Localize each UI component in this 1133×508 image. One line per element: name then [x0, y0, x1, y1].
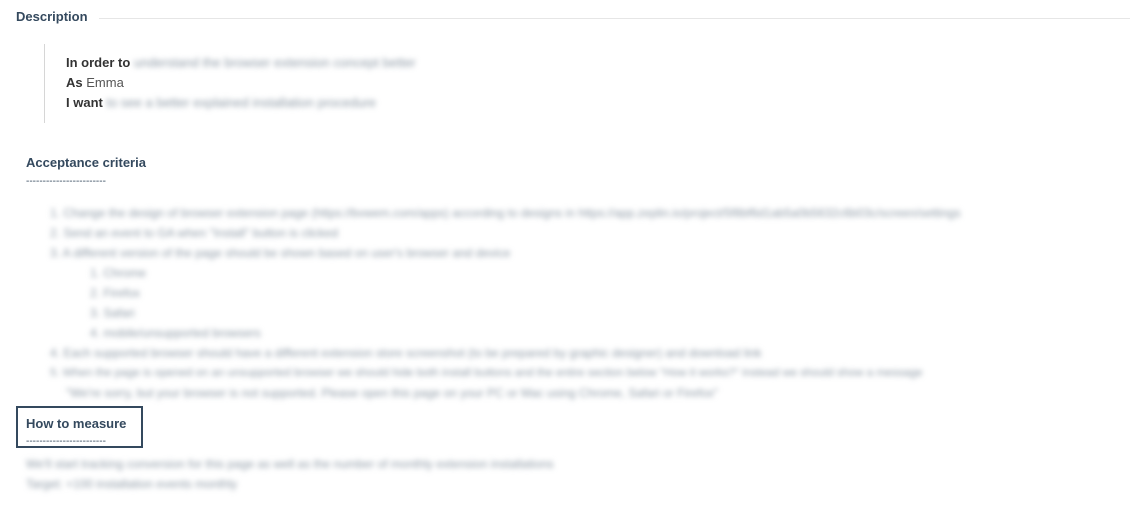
story-i-want: I want to see a better explained install… [66, 93, 376, 113]
acceptance-subitem: 1. Chrome [90, 266, 147, 280]
acceptance-criteria-dashes: ------------------------ [26, 176, 106, 187]
story-as: As Emma [66, 73, 124, 93]
acceptance-item: 5. When the page is opened on an unsuppo… [50, 367, 923, 379]
as-value: Emma [86, 75, 124, 90]
acceptance-subitem: 4. mobile/unsupported browsers [90, 326, 261, 340]
measure-line: We'll start tracking conversion for this… [26, 457, 554, 471]
acceptance-item-continued: "We're sorry, but your browser is not su… [66, 386, 718, 400]
how-to-measure-title: How to measure [26, 416, 127, 431]
description-legend: Description [16, 9, 88, 24]
i-want-value: to see a better explained installation p… [106, 95, 377, 110]
acceptance-criteria-title: Acceptance criteria [26, 155, 146, 170]
description-divider [99, 18, 1130, 19]
how-to-measure-dashes: ------------------------ [26, 436, 106, 447]
acceptance-subitem: 3. Safari [90, 306, 135, 320]
measure-line: Target: +100 installation events monthly [26, 477, 238, 491]
i-want-label: I want [66, 95, 103, 110]
story-in-order-to: In order to understand the browser exten… [66, 53, 416, 73]
acceptance-item: 3. A different version of the page shoul… [50, 246, 511, 260]
as-label: As [66, 75, 83, 90]
acceptance-item: 4. Each supported browser should have a … [50, 346, 762, 360]
acceptance-item: 1. Change the design of browser extensio… [50, 206, 961, 220]
acceptance-item: 2. Send an event to GA when "Install" bu… [50, 226, 339, 240]
in-order-to-value: understand the browser extension concept… [133, 55, 416, 70]
user-story-quote: In order to understand the browser exten… [44, 44, 465, 123]
acceptance-subitem: 2. Firefox [90, 286, 141, 300]
in-order-to-label: In order to [66, 55, 131, 70]
